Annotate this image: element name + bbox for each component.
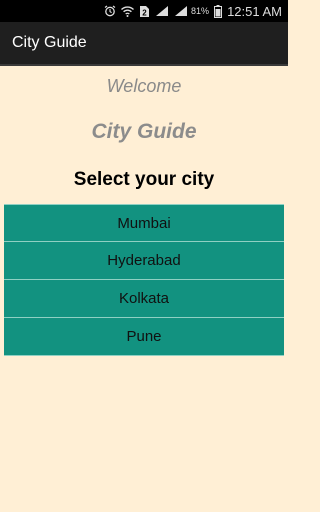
select-city-label: Select your city [73, 169, 215, 190]
clock: 12:51 AM [227, 3, 282, 19]
status-bar: 2 81% 12:51 AM [0, 0, 288, 22]
action-bar-title: City Guide [12, 34, 87, 51]
sim-icon: 2 [139, 5, 150, 18]
city-list: Mumbai Hyderabad Kolkata Pune [4, 204, 284, 356]
action-bar: City Guide [0, 22, 288, 66]
signal-icon [174, 5, 188, 17]
welcome-text: Welcome [106, 76, 182, 96]
alarm-icon [104, 5, 116, 17]
city-item-hyderabad[interactable]: Hyderabad [4, 242, 284, 280]
city-item-kolkata[interactable]: Kolkata [4, 280, 284, 318]
signal-icon [155, 5, 169, 17]
city-item-mumbai[interactable]: Mumbai [4, 204, 284, 242]
city-item-pune[interactable]: Pune [4, 318, 284, 356]
sim-badge: 2 [142, 8, 147, 17]
battery-icon [214, 4, 223, 18]
app-name-heading: City Guide [91, 120, 197, 143]
wifi-icon [121, 5, 135, 17]
battery-percent: 81% [191, 6, 210, 16]
